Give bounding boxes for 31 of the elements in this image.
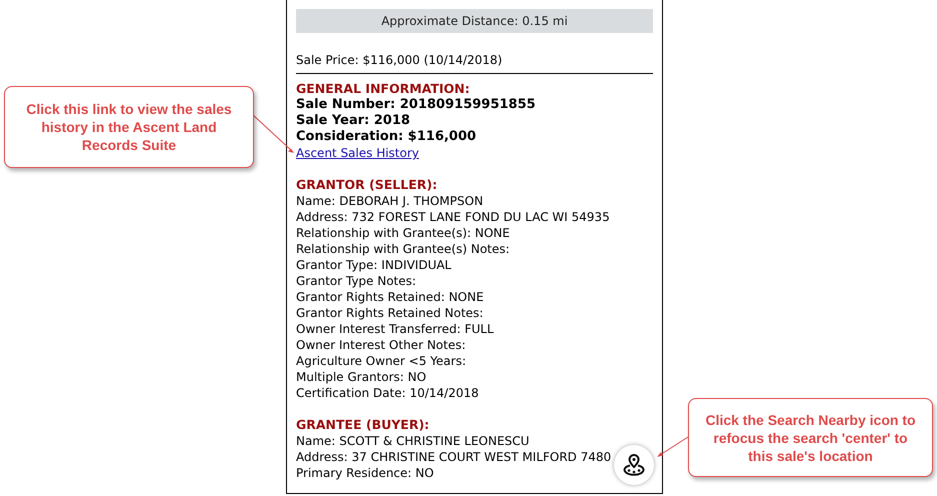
detail-line: Address: 732 FOREST LANE FOND DU LAC WI 54935 bbox=[296, 209, 611, 225]
detail-line: Name: DEBORAH J. THOMPSON bbox=[296, 193, 484, 209]
detail-line: Sale Number: 201809159951855 bbox=[296, 97, 537, 113]
sale-price: Sale Price: $116,000 (10/14/2018) bbox=[296, 52, 504, 68]
detail-line: Grantor Type Notes: bbox=[296, 273, 418, 289]
distance-bar: Approximate Distance: 0.15 mi bbox=[296, 9, 653, 33]
detail-line: Grantor Type: INDIVIDUAL bbox=[296, 257, 452, 273]
callout-note: Click this link to view the sales history in the Ascent Land Records Suite bbox=[4, 86, 254, 168]
detail-line: Owner Interest Other Notes: bbox=[296, 337, 467, 353]
detail-line: Owner Interest Transferred: FULL bbox=[296, 321, 495, 337]
section-heading: GENERAL INFORMATION: bbox=[296, 81, 471, 97]
detail-line: Name: SCOTT & CHRISTINE LEONESCU bbox=[296, 433, 530, 449]
detail-line: Relationship with Grantee(s) Notes: bbox=[296, 241, 511, 257]
detail-line: Certification Date: 10/14/2018 bbox=[296, 385, 480, 401]
callout-note: Click the Search Nearby icon to refocus the search 'center' to this sale's location bbox=[688, 398, 933, 477]
detail-line: Grantor Rights Retained: NONE bbox=[296, 289, 485, 305]
section-heading: GRANTEE (BUYER): bbox=[296, 417, 430, 433]
section-heading: GRANTOR (SELLER): bbox=[296, 177, 438, 193]
detail-line: Relationship with Grantee(s): NONE bbox=[296, 225, 511, 241]
detail-line: Primary Residence: NO bbox=[296, 465, 435, 481]
detail-line: Consideration: $116,000 bbox=[296, 129, 478, 145]
detail-line: Address: 37 CHRISTINE COURT WEST MILFORD 7480 bbox=[296, 449, 612, 465]
detail-line: Sale Year: 2018 bbox=[296, 113, 412, 129]
location-pin-icon bbox=[623, 454, 645, 476]
leader-line bbox=[252, 114, 294, 153]
detail-line: Multiple Grantors: NO bbox=[296, 369, 428, 385]
search-nearby-button[interactable] bbox=[614, 445, 654, 485]
sales-history-link[interactable]: Ascent Sales History bbox=[296, 145, 420, 161]
leader-line bbox=[657, 436, 688, 457]
detail-line: Agriculture Owner <5 Years: bbox=[296, 353, 468, 369]
detail-line: Grantor Rights Retained Notes: bbox=[296, 305, 484, 321]
